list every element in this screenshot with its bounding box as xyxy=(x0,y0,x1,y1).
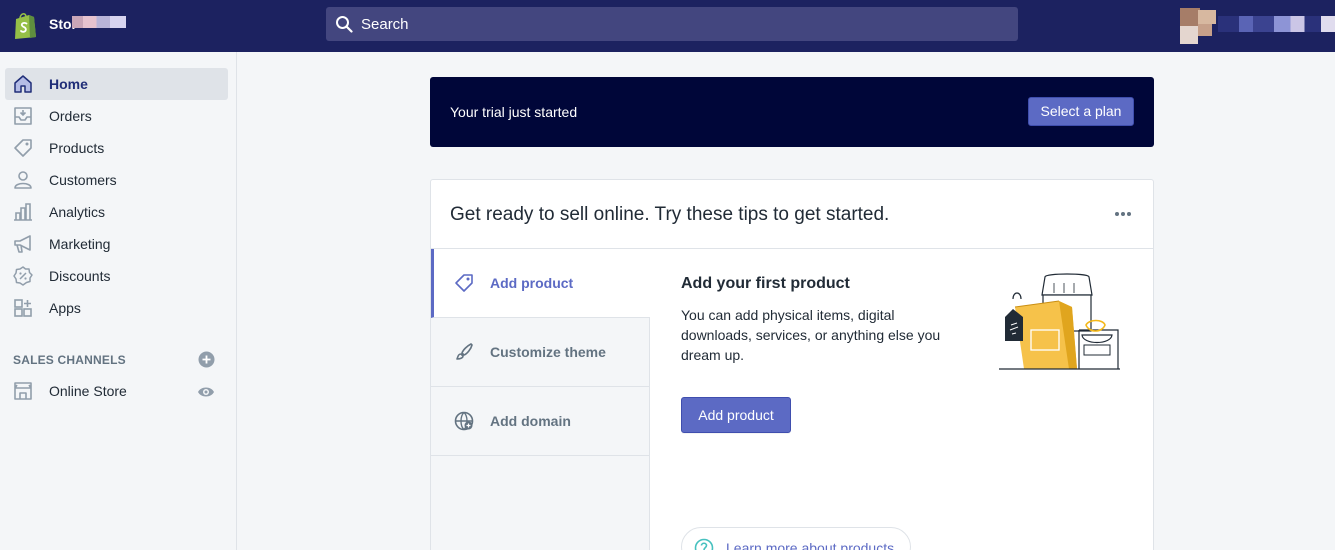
sidebar-item-discounts[interactable]: Discounts xyxy=(5,260,228,292)
tips-card-title: Get ready to sell online. Try these tips… xyxy=(450,204,890,225)
bar-chart-icon xyxy=(14,203,32,221)
search-icon xyxy=(336,16,353,33)
learn-more-link[interactable]: Learn more about products xyxy=(681,527,911,550)
sidebar-item-label: Orders xyxy=(49,108,92,124)
product-boxes-illustration xyxy=(999,273,1120,370)
top-bar: Stor xyxy=(0,0,1335,52)
sidebar-item-label: Discounts xyxy=(49,268,111,284)
user-name-redacted xyxy=(1218,16,1335,32)
select-plan-button[interactable]: Select a plan xyxy=(1028,97,1134,126)
home-icon xyxy=(14,75,32,93)
sidebar: Home Orders Products Customers Analytics… xyxy=(0,52,237,550)
sidebar-item-products[interactable]: Products xyxy=(5,132,228,164)
sidebar-item-marketing[interactable]: Marketing xyxy=(5,228,228,260)
sidebar-item-label: Marketing xyxy=(49,236,111,252)
orders-icon xyxy=(14,107,32,125)
person-icon xyxy=(14,171,32,189)
trial-text: Your trial just started xyxy=(450,104,578,120)
sidebar-item-label: Online Store xyxy=(49,383,127,399)
avatar[interactable] xyxy=(1178,8,1216,44)
tab-add-domain[interactable]: Add domain xyxy=(431,387,650,456)
search-bar[interactable] xyxy=(326,7,1018,41)
tab-label: Add domain xyxy=(490,413,571,429)
add-sales-channel-icon[interactable] xyxy=(198,351,215,368)
sidebar-item-apps[interactable]: Apps xyxy=(5,292,228,324)
sidebar-item-analytics[interactable]: Analytics xyxy=(5,196,228,228)
sidebar-item-label: Products xyxy=(49,140,105,156)
search-input[interactable] xyxy=(361,7,1001,41)
tag-icon xyxy=(455,274,473,292)
tab-add-product[interactable]: Add product xyxy=(431,249,650,318)
discount-icon xyxy=(13,266,33,286)
learn-more-label: Learn more about products xyxy=(726,540,895,550)
shopify-logo-icon[interactable] xyxy=(12,11,38,39)
add-product-button[interactable]: Add product xyxy=(681,397,791,433)
sales-channels-title: SALES CHANNELS xyxy=(13,353,126,367)
panel-title: Add your first product xyxy=(681,275,850,292)
apps-icon xyxy=(14,299,32,317)
tab-label: Customize theme xyxy=(490,344,606,360)
brush-icon xyxy=(456,343,473,360)
tips-card: Get ready to sell online. Try these tips… xyxy=(430,179,1154,550)
trial-banner: Your trial just started Select a plan xyxy=(430,77,1154,147)
store-name-redacted xyxy=(72,16,126,28)
sidebar-item-label: Customers xyxy=(49,172,117,188)
sidebar-item-label: Apps xyxy=(49,300,81,316)
panel-description: You can add physical items, digital down… xyxy=(681,307,941,363)
tab-customize-theme[interactable]: Customize theme xyxy=(431,318,650,387)
tips-tabs: Add product Customize theme Add domain xyxy=(431,249,650,550)
tab-label: Add product xyxy=(490,275,574,291)
megaphone-icon xyxy=(14,235,31,253)
tag-icon xyxy=(14,139,32,157)
store-icon xyxy=(14,382,32,400)
sidebar-item-label: Home xyxy=(49,76,88,92)
help-circle-icon xyxy=(694,538,714,550)
sidebar-item-label: Analytics xyxy=(49,204,106,220)
eye-icon[interactable] xyxy=(197,385,215,399)
more-options-icon[interactable] xyxy=(1111,204,1135,224)
globe-icon xyxy=(454,411,474,431)
sidebar-item-home[interactable]: Home xyxy=(5,68,228,100)
sidebar-item-customers[interactable]: Customers xyxy=(5,164,228,196)
sidebar-item-online-store[interactable]: Online Store xyxy=(5,375,228,407)
sidebar-item-orders[interactable]: Orders xyxy=(5,100,228,132)
